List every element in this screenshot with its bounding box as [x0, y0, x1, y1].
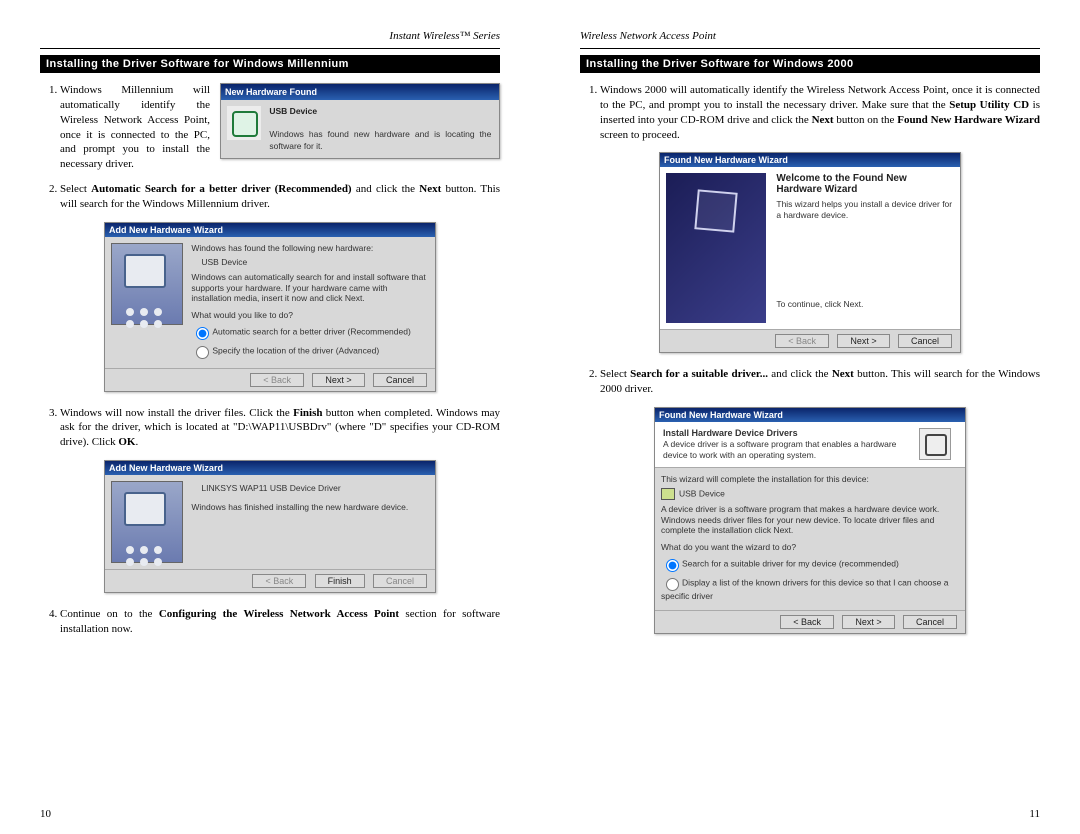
next-button[interactable]: Next > [312, 373, 364, 387]
step-2: Select Search for a suitable driver... a… [600, 367, 1040, 397]
radio-search-suitable[interactable] [666, 559, 679, 572]
finish-button[interactable]: Finish [315, 574, 365, 588]
rule [40, 48, 500, 49]
back-button[interactable]: < Back [252, 574, 306, 588]
step-1: Windows Millennium will automatically id… [60, 83, 500, 172]
next-button[interactable]: Next > [842, 615, 894, 629]
fig-found-hw-wizard-1: Found New Hardware Wizard Welcome to the… [659, 152, 961, 353]
right-page: Wireless Network Access Point Installing… [540, 0, 1080, 834]
dialog-title: New Hardware Found [221, 84, 499, 100]
page-number: 10 [40, 808, 51, 820]
usb-icon [661, 488, 675, 500]
wizard-heading: Welcome to the Found New Hardware Wizard [776, 173, 952, 195]
dialog-title: Add New Hardware Wizard [105, 223, 435, 237]
cancel-button[interactable]: Cancel [898, 334, 952, 348]
left-page: Instant Wireless™ Series Installing the … [0, 0, 540, 834]
rule [580, 48, 1040, 49]
radio-auto-search[interactable] [196, 327, 209, 340]
section-title-right: Installing the Driver Software for Windo… [580, 55, 1040, 73]
right-steps-cont: Select Search for a suitable driver... a… [580, 367, 1040, 397]
cancel-button[interactable]: Cancel [903, 615, 957, 629]
back-button[interactable]: < Back [775, 334, 829, 348]
fig-new-hardware-found: New Hardware Found USB Device Windows ha… [220, 83, 500, 159]
next-button[interactable]: Next > [837, 334, 889, 348]
dialog-title: Found New Hardware Wizard [660, 153, 960, 167]
device-icon [919, 428, 951, 460]
step-4: Continue on to the Configuring the Wirel… [60, 607, 500, 637]
back-button[interactable]: < Back [780, 615, 834, 629]
wizard-graphic-icon [111, 243, 183, 325]
device-icon [227, 106, 261, 140]
step-1: Windows 2000 will automatically identify… [600, 83, 1040, 142]
left-steps-cont: Windows will now install the driver file… [40, 406, 500, 451]
wizard-graphic-icon [111, 481, 183, 563]
cancel-button[interactable]: Cancel [373, 373, 427, 387]
dialog-title: Found New Hardware Wizard [655, 408, 965, 422]
cancel-button[interactable]: Cancel [373, 574, 427, 588]
dialog-title: Add New Hardware Wizard [105, 461, 435, 475]
fig-add-hw-wizard-1: Add New Hardware Wizard Windows has foun… [104, 222, 436, 392]
left-steps-cont2: Continue on to the Configuring the Wirel… [40, 607, 500, 637]
radio-display-list[interactable] [666, 578, 679, 591]
radio-specify-location[interactable] [196, 346, 209, 359]
device-label: USB Device [269, 106, 317, 116]
right-steps: Windows 2000 will automatically identify… [580, 83, 1040, 142]
dialog-message: Windows has found new hardware and is lo… [269, 129, 491, 150]
fig-add-hw-wizard-2: Add New Hardware Wizard LINKSYS WAP11 US… [104, 460, 436, 593]
back-button[interactable]: < Back [250, 373, 304, 387]
section-title-left: Installing the Driver Software for Windo… [40, 55, 500, 73]
page-number: 11 [1029, 808, 1040, 820]
wizard-heading: Install Hardware Device Drivers [663, 428, 798, 438]
left-steps: Windows Millennium will automatically id… [40, 83, 500, 212]
wizard-sidebar-graphic [666, 173, 766, 323]
step-3: Windows will now install the driver file… [60, 406, 500, 451]
fig-found-hw-wizard-2: Found New Hardware Wizard Install Hardwa… [654, 407, 966, 634]
left-header: Instant Wireless™ Series [40, 30, 500, 42]
right-header: Wireless Network Access Point [580, 30, 1040, 42]
step-2: Select Automatic Search for a better dri… [60, 182, 500, 212]
